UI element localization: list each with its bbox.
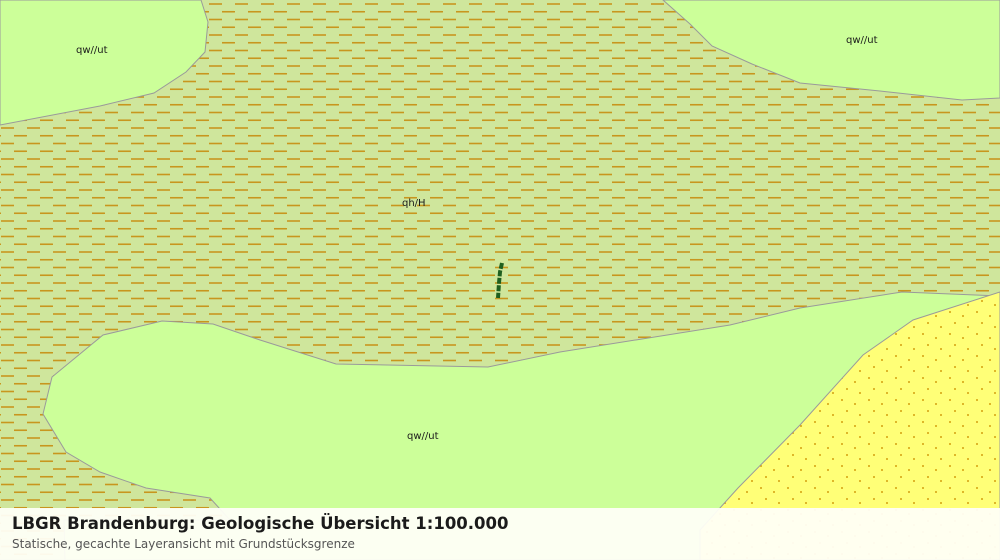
map-caption: LBGR Brandenburg: Geologische Übersicht …	[0, 508, 1000, 560]
geology-map[interactable]: qw//ut qw//ut qh/H qw//ut	[0, 0, 1000, 560]
unit-label-qw-ut-top-right: qw//ut	[846, 35, 878, 46]
unit-label-qh-h: qh/H	[402, 198, 426, 209]
unit-label-qw-ut-top-left: qw//ut	[76, 45, 108, 56]
map-subtitle: Statische, gecachte Layeransicht mit Gru…	[12, 537, 355, 551]
map-title: LBGR Brandenburg: Geologische Übersicht …	[12, 514, 509, 533]
unit-label-qw-ut-bottom: qw//ut	[407, 431, 439, 442]
